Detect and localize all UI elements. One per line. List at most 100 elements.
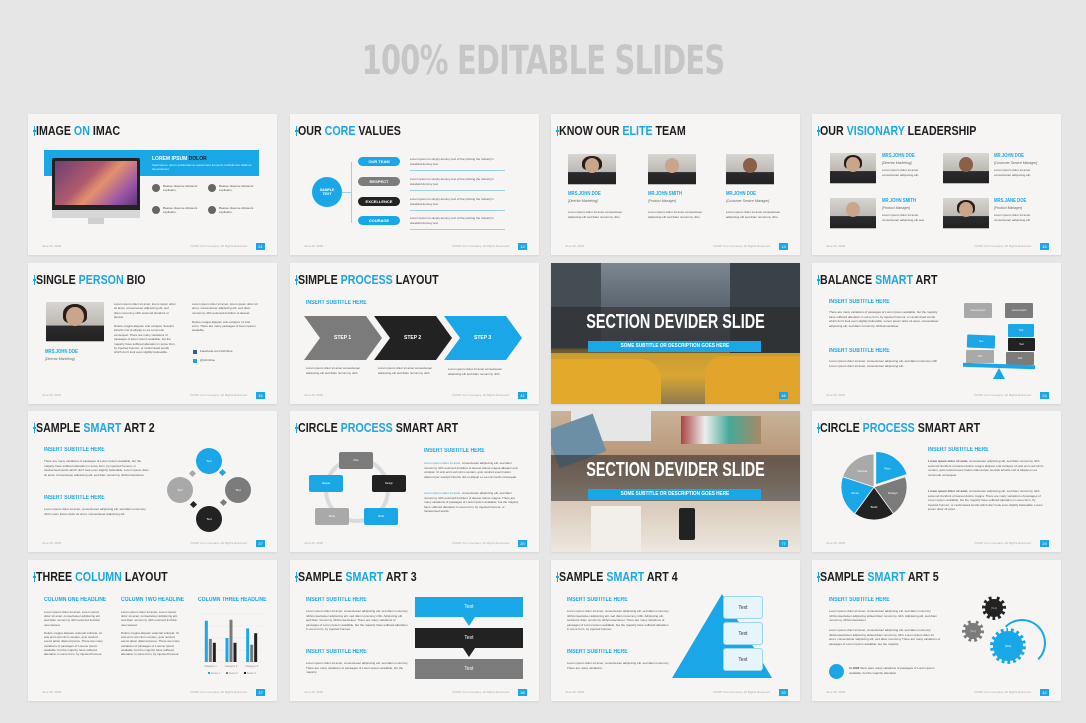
process-box: Design (372, 475, 406, 492)
twitter-icon (193, 359, 197, 363)
slide-our-visionary-leadership[interactable]: OUR VISIONARY LEADERSHIP MRS.JOHN DOE [D… (812, 114, 1061, 255)
slide-sample-smart-art-5[interactable]: SAMPLE SMART ART 5 INSERT SUBTITLE HERE … (812, 560, 1061, 701)
slide-three-column-layout[interactable]: THREE COLUMN LAYOUT COLUMN ONE HEADLINE … (28, 560, 277, 701)
balance-block: Lorem Ipsum (964, 303, 992, 318)
process-box: Build (364, 508, 398, 525)
bio-column-2: Lorem ipsum dolor sit amet, lorem ipsum … (192, 302, 258, 333)
slide-title: SAMPLE SMART ART 4 (559, 569, 678, 584)
person-role: [Director Marketing] (882, 161, 912, 165)
person-photo (830, 198, 876, 229)
slide-subtitle: INSERT SUBTITLE HERE (44, 447, 105, 453)
x-tick-label: Category 3 (245, 664, 258, 668)
process-box: Rinse (315, 508, 349, 525)
bar-series-1-3 (246, 628, 250, 662)
legend-swatch (244, 672, 246, 674)
footer-copyright: ©2018 Your Company. All Rights Reserved (712, 244, 770, 248)
phone-shape (679, 508, 695, 540)
slide-circle-process-boxes[interactable]: CIRCLE PROCESS SMART ART Plan Design Bui… (290, 411, 539, 552)
taxi-shape (551, 359, 661, 404)
body-text: Lorem ipsum dolor sit amet, consectetuer… (928, 459, 1044, 477)
column-text: Lorem ipsum dolor sit amet, Lorem ipsum … (121, 610, 180, 657)
pyramid-box: Text (723, 622, 763, 645)
arrow-down-icon (463, 648, 475, 657)
section-subtitle: SOME SUBTITLE OR DESCRIPTION GOES HERE (588, 489, 761, 500)
slide-section-divider-city[interactable]: SECTION DEVIDER SLIDE SOME SUBTITLE OR D… (551, 263, 800, 404)
x-tick-label: Category 2 (225, 664, 238, 668)
balance-block: Text (966, 350, 994, 363)
footer-date: June 25, 2018 (826, 244, 846, 248)
section-title: SECTION DEVIDER SLIDE (586, 459, 765, 481)
value-pill: OUR TEAM (358, 157, 400, 166)
feature-text: Beatae vitaense dictasunt explicabo. (163, 184, 198, 192)
arrow-down-icon (463, 617, 475, 626)
slide-subtitle: INSERT SUBTITLE HERE (829, 348, 890, 354)
slide-sample-smart-art-4[interactable]: SAMPLE SMART ART 4 INSERT SUBTITLE HERE … (551, 560, 800, 701)
pie-label: Plan (884, 467, 890, 471)
slide-title: OUR VISIONARY LEADERSHIP (820, 123, 977, 138)
slide-sample-smart-art-2[interactable]: SAMPLE SMART ART 2 INSERT SUBTITLE HERE … (28, 411, 277, 552)
flow-box: Text (415, 628, 523, 648)
person-text: Lorem ipsum dolor sit amet consectetuer … (994, 168, 1031, 177)
column-headline: COLUMN THREE HEADLINE (198, 597, 267, 603)
twitter-link[interactable]: @JohnDoe (200, 358, 215, 363)
value-text: Lorem Ipsum is simply dummy text of the … (410, 197, 505, 211)
legend-label: Series 3 (247, 672, 256, 675)
feature-icon (208, 206, 216, 214)
person-role: [Director Marketing] (45, 357, 75, 361)
value-text: Lorem Ipsum is simply dummy text of the … (410, 157, 505, 171)
page-number: 41 (518, 392, 527, 399)
footer-date: June 25, 2018 (42, 541, 62, 545)
person-text: Lorem ipsum dolor sit amet consectetuer … (994, 213, 1031, 222)
page-number: 16 (256, 392, 265, 399)
feature-grid: Beatae vitaense dictasunt explicabo. Bea… (152, 184, 262, 224)
person-role: [Director Marketing] (568, 199, 598, 203)
bar-series-3-2 (233, 642, 237, 662)
slide-balance-smart-art[interactable]: BALANCE SMART ART INSERT SUBTITLE HERE T… (812, 263, 1061, 404)
cycle-circle: Text (196, 506, 222, 532)
slide-our-core-values[interactable]: OUR CORE VALUES SAMPLE TEXT OUR TEAM RES… (290, 114, 539, 255)
step-text: Lorem ipsum dolor sit amet consectetuer … (378, 366, 433, 375)
slide-simple-process-layout[interactable]: SIMPLE PROCESS LAYOUT INSERT SUBTITLE HE… (290, 263, 539, 404)
footer-date: June 25, 2018 (304, 244, 324, 248)
value-pill: RESPECT (358, 177, 400, 186)
title-marker-icon (295, 275, 298, 285)
step-text: Lorem ipsum dolor sit amet consectetuer … (448, 367, 503, 376)
bar-series-2-1 (208, 638, 212, 662)
step-label: STEP 1 (334, 335, 352, 341)
title-marker-icon (33, 572, 36, 582)
slide-subtitle: INSERT SUBTITLE HERE (829, 597, 890, 603)
rotate-arrow-icon (998, 619, 1046, 667)
body-text: Lorem ipsum dolor sit amet, consectetuer… (306, 609, 408, 631)
step-label: STEP 2 (404, 335, 422, 341)
person-role: [Customer Service Manager] (726, 199, 770, 203)
slide-image-on-imac[interactable]: IMAGE ON IMAC LOREM IPSUM DOLOR Sedurasu… (28, 114, 277, 255)
banner-title: LOREM IPSUM DOLOR (152, 156, 207, 162)
slide-section-divider-desk[interactable]: SECTION DEVIDER SLIDE SOME SUBTITLE OR D… (551, 411, 800, 552)
footer-copyright: ©2018 Your Company. All Rights Reserved (973, 541, 1031, 545)
footer-date: June 25, 2018 (565, 690, 585, 694)
hero-title: 100% EDITABLE SLIDES (361, 38, 725, 84)
imac-chin (52, 210, 140, 218)
title-marker-icon (817, 126, 820, 136)
slide-title: SINGLE PERSON BIO (36, 272, 146, 287)
slide-know-our-elite-team[interactable]: KNOW OUR ELITE TEAM MRS.JOHN DOE [Direct… (551, 114, 800, 255)
slide-title: BALANCE SMART ART (820, 272, 938, 287)
person-name: MRS.JOHN DOE (882, 153, 915, 159)
bar-series-2-3 (250, 644, 254, 662)
title-marker-icon (33, 275, 36, 285)
slide-single-person-bio[interactable]: SINGLE PERSON BIO MRS.JOHN DOE [Director… (28, 263, 277, 404)
feature-icon (152, 206, 160, 214)
facebook-link[interactable]: Facebook.com/JohnDoe (200, 349, 233, 354)
person-role: [Product Manager] (648, 199, 676, 203)
step-text: Lorem ipsum dolor sit amet consectetuer … (306, 366, 361, 375)
person-photo (568, 154, 616, 185)
balance-block: Text (1008, 324, 1034, 337)
slide-circle-process-pie[interactable]: CIRCLE PROCESS SMART ART Plan Design Build… (812, 411, 1061, 552)
cycle-circle: Text (225, 477, 251, 503)
process-box: Repeat (309, 475, 343, 492)
slide-sample-smart-art-3[interactable]: SAMPLE SMART ART 3 INSERT SUBTITLE HERE … (290, 560, 539, 701)
body-text: There are many variations of passages of… (44, 459, 149, 477)
footer-date: June 25, 2018 (826, 393, 846, 397)
footer-copyright: ©2018 Your Company. All Rights Reserved (189, 393, 247, 397)
bar-chart: Category 1 Category 2 Category 3 Series 1 Se… (200, 613, 262, 675)
